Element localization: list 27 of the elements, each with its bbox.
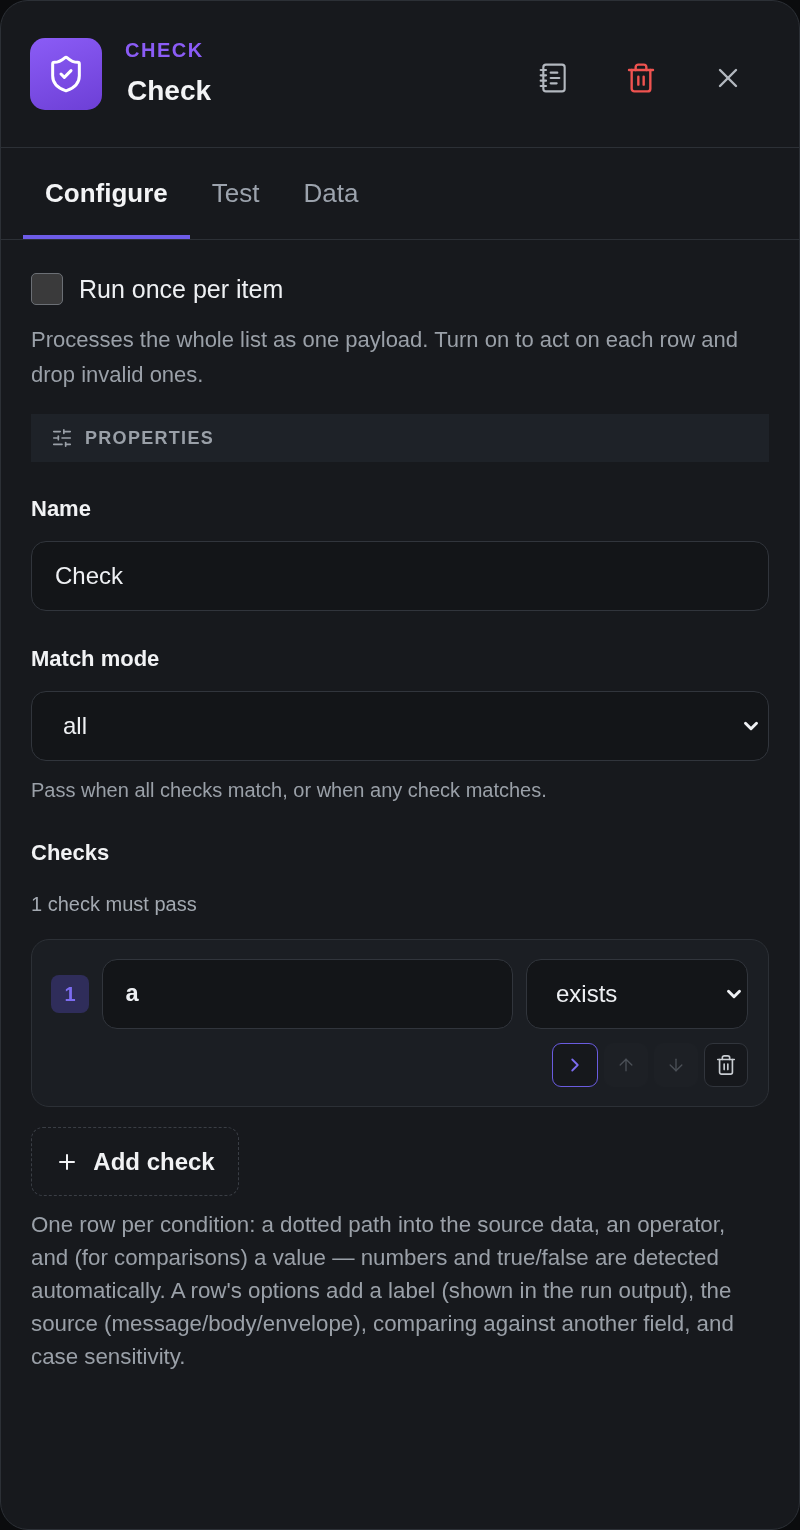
node-title: Check — [127, 74, 212, 108]
check-number-badge: 1 — [51, 975, 89, 1013]
operator-select[interactable]: exists — [526, 959, 748, 1029]
shield-check-icon — [30, 38, 102, 110]
node-type-label: CHECK — [125, 38, 205, 62]
trash-icon — [715, 1054, 737, 1076]
checkbox[interactable] — [31, 273, 63, 305]
expand-button[interactable] — [552, 1043, 598, 1087]
checks-summary: 1 check must pass — [31, 892, 198, 917]
add-check-button[interactable]: Add check — [31, 1127, 239, 1196]
delete-check-button[interactable] — [704, 1043, 748, 1087]
tab[interactable]: Data — [281, 148, 381, 239]
field-label: Checks — [31, 839, 111, 867]
tab[interactable]: Test — [189, 148, 282, 239]
field-label: Name — [31, 495, 92, 523]
help-text: Processes the whole list as one payload. Turn on to act on each row and drop invalid ones. — [31, 326, 739, 389]
trash-icon — [625, 62, 657, 94]
text-field[interactable]: Check — [31, 541, 769, 611]
select-field[interactable]: all — [31, 691, 769, 761]
section-title: PROPERTIES — [85, 427, 215, 449]
sliders-icon — [51, 427, 73, 449]
checkbox-label: Run once per item — [79, 274, 284, 305]
path-field[interactable]: a — [102, 959, 513, 1029]
tab[interactable]: Configure — [23, 148, 190, 239]
field-help-text: Pass when all checks match, or when any check matches. — [31, 778, 548, 803]
help-text: One row per condition: a dotted path into the source data, an operator, and (for comparisons) a value — numbers and true/false are detected automatically. A row's options add a label (shown in the run output), the source (message/body/envelope), comparing against another field, and case sensitivity. — [31, 1211, 735, 1371]
field-label: Match mode — [31, 645, 161, 673]
